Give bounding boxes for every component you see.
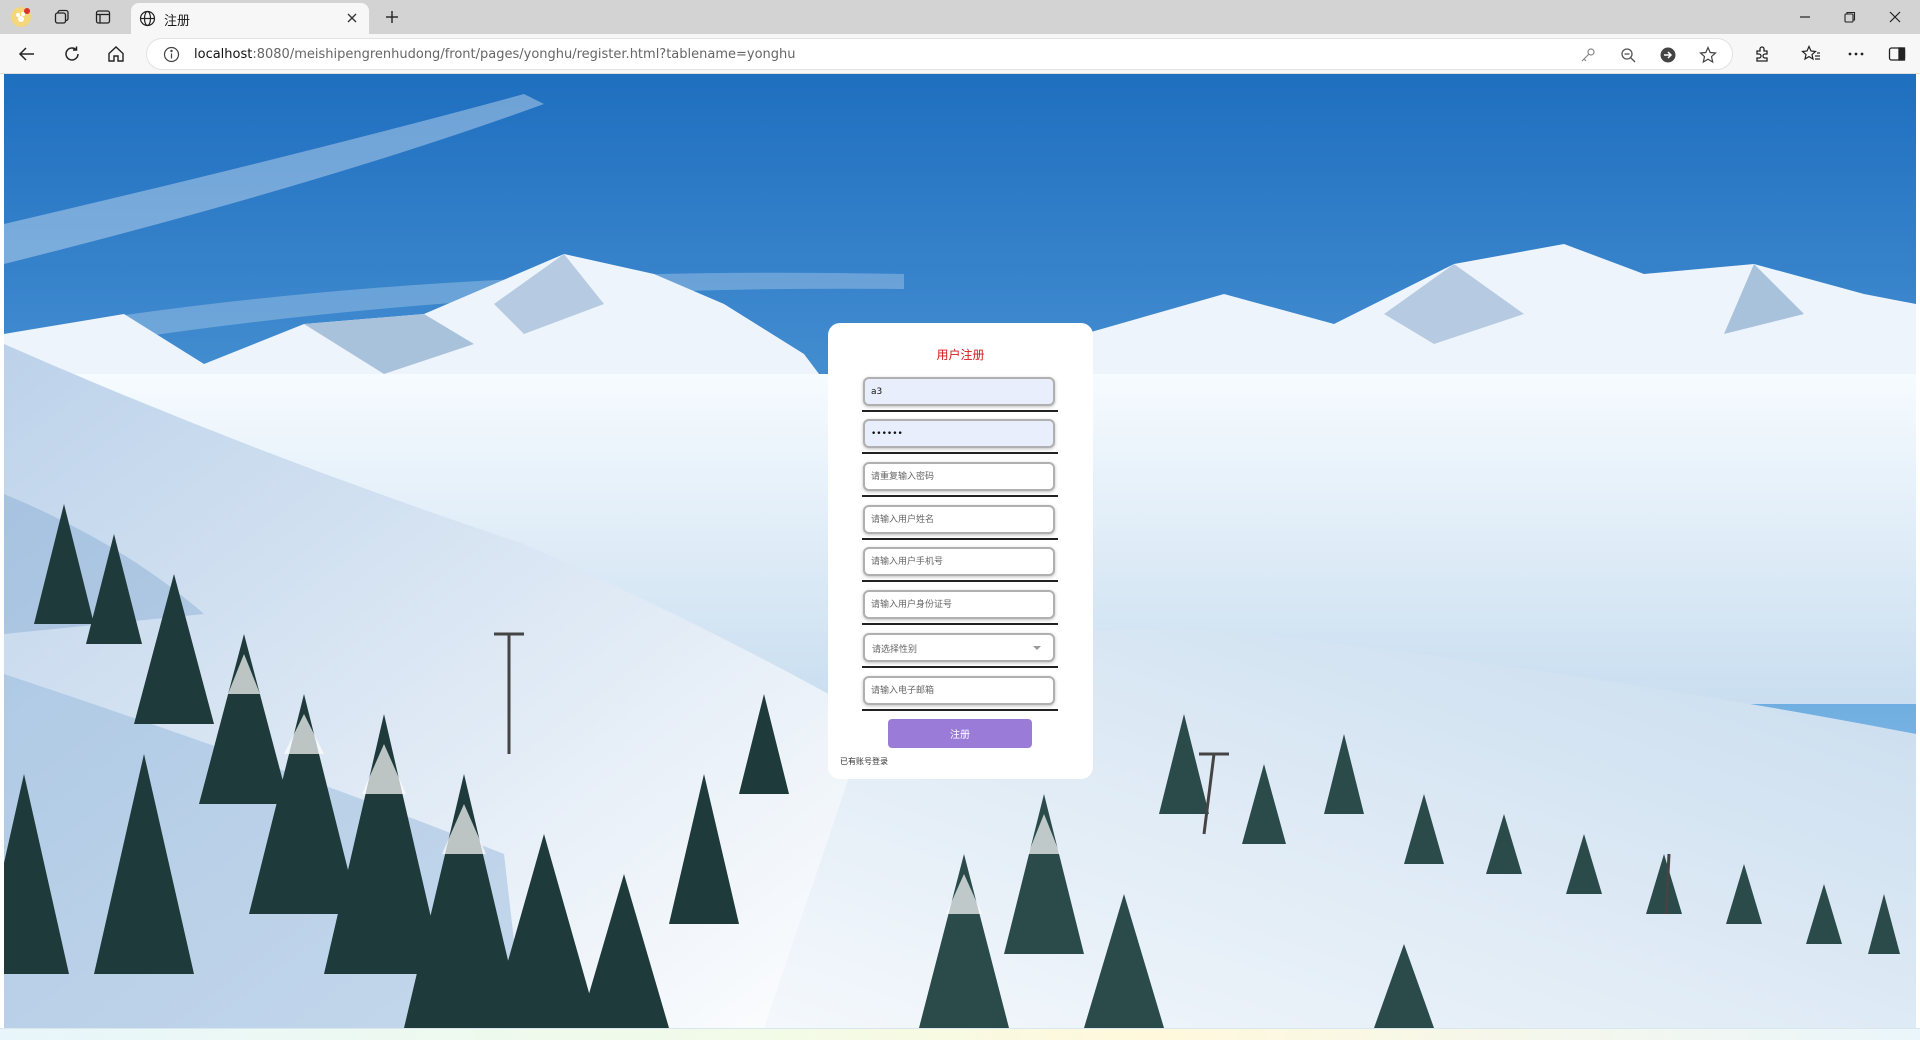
gender-select[interactable]: 请选择性别: [863, 633, 1055, 662]
extensions-icon[interactable]: [1751, 42, 1775, 66]
password-key-icon[interactable]: [1578, 45, 1598, 65]
password-field: [862, 418, 1058, 454]
confirm-password-input[interactable]: [871, 467, 1047, 487]
id-card-field: [862, 589, 1058, 625]
username-input[interactable]: [871, 382, 1047, 402]
home-icon[interactable]: [104, 42, 128, 66]
username-field: [862, 376, 1058, 412]
phone-input[interactable]: [871, 552, 1047, 572]
tab-actions-icon[interactable]: [91, 5, 115, 29]
id-card-input-box: [863, 590, 1055, 619]
globe-icon: [139, 10, 156, 27]
url-host: localhost: [194, 47, 253, 62]
profile-icon[interactable]: [9, 5, 33, 29]
phone-field: [862, 546, 1058, 582]
address-bar[interactable]: localhost:8080/meishipengrenhudong/front…: [146, 38, 1733, 70]
tab-register[interactable]: 注册: [131, 3, 369, 34]
new-tab-icon[interactable]: [380, 5, 404, 29]
gender-select-placeholder: 请选择性别: [872, 645, 918, 655]
register-card: 用户注册 请选择性别: [828, 323, 1093, 779]
password-input-box: [863, 419, 1055, 448]
workspaces-icon[interactable]: [50, 5, 74, 29]
email-field: [862, 675, 1058, 711]
password-input[interactable]: [871, 424, 1047, 444]
chevron-down-icon: [1033, 646, 1041, 650]
restore-icon[interactable]: [1837, 5, 1863, 29]
tab-strip: 注册: [0, 0, 1920, 34]
id-card-input[interactable]: [871, 595, 1047, 615]
favorite-star-icon[interactable]: [1698, 45, 1718, 65]
site-info-icon[interactable]: [163, 46, 180, 63]
favorites-icon[interactable]: [1799, 42, 1823, 66]
login-link[interactable]: 已有账号登录: [840, 756, 888, 767]
zoom-out-icon[interactable]: [1618, 45, 1638, 65]
confirm-password-input-box: [863, 462, 1055, 491]
name-field: [862, 504, 1058, 540]
bottom-edge: [0, 1028, 1920, 1040]
immersive-reader-icon[interactable]: [1658, 45, 1678, 65]
phone-input-box: [863, 547, 1055, 576]
close-tab-icon[interactable]: [343, 9, 361, 27]
back-icon[interactable]: [15, 42, 39, 66]
tab-title: 注册: [164, 14, 191, 29]
email-input[interactable]: [871, 681, 1047, 701]
form-title: 用户注册: [936, 348, 985, 362]
close-window-icon[interactable]: [1882, 5, 1908, 29]
sidebar-icon[interactable]: [1885, 42, 1909, 66]
register-button[interactable]: 注册: [888, 719, 1032, 748]
confirm-password-field: [862, 461, 1058, 497]
email-input-box: [863, 676, 1055, 705]
minimize-icon[interactable]: [1792, 5, 1818, 29]
username-input-box: [863, 377, 1055, 406]
url-path: :8080/meishipengrenhudong/front/pages/yo…: [252, 47, 796, 62]
gender-field: 请选择性别: [862, 632, 1058, 668]
refresh-icon[interactable]: [60, 42, 84, 66]
url-text[interactable]: localhost:8080/meishipengrenhudong/front…: [194, 47, 796, 62]
more-options-icon[interactable]: [1844, 42, 1868, 66]
name-input[interactable]: [871, 510, 1047, 530]
name-input-box: [863, 505, 1055, 534]
browser-toolbar: localhost:8080/meishipengrenhudong/front…: [0, 34, 1920, 74]
